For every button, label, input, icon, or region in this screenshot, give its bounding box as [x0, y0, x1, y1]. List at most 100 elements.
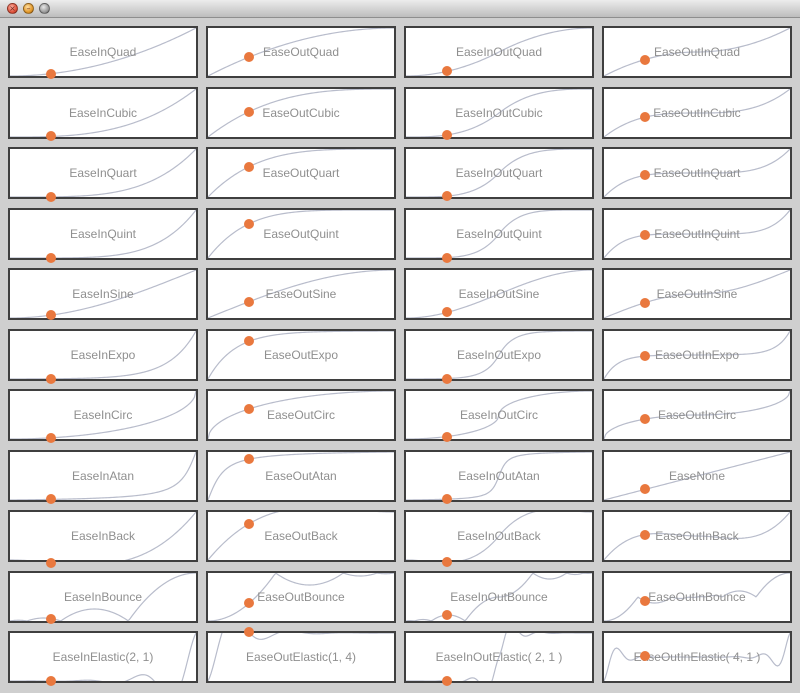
easing-cell[interactable]: EaseInOutExpo [404, 329, 594, 381]
easing-cell[interactable]: EaseInOutBounce [404, 571, 594, 623]
easing-cell[interactable]: EaseOutQuint [206, 208, 396, 260]
easing-label: EaseInQuad [69, 45, 137, 59]
easing-cell[interactable]: EaseOutCirc [206, 389, 396, 441]
easing-cell[interactable]: EaseInQuint [8, 208, 198, 260]
progress-dot [45, 676, 56, 687]
progress-dot [639, 595, 650, 606]
easing-cell[interactable]: EaseInCirc [8, 389, 198, 441]
progress-dot [45, 191, 56, 202]
easing-label: EaseOutCubic [262, 106, 340, 120]
easing-cell[interactable]: EaseInOutElastic( 2, 1 ) [404, 631, 594, 683]
easing-cell[interactable]: EaseOutInSine [602, 268, 792, 320]
easing-cell[interactable]: EaseInExpo [8, 329, 198, 381]
easing-cell[interactable]: EaseOutQuart [206, 147, 396, 199]
easing-cell[interactable]: EaseInSine [8, 268, 198, 320]
progress-dot [441, 191, 452, 202]
easing-label: EaseInCubic [68, 106, 138, 120]
easing-label: EaseOutInExpo [654, 348, 740, 362]
minimize-button[interactable]: – [23, 3, 34, 14]
easing-cell[interactable]: EaseOutInCubic [602, 87, 792, 139]
easing-cell[interactable]: EaseOutInQuint [602, 208, 792, 260]
progress-dot [243, 626, 254, 637]
progress-dot [441, 675, 452, 686]
easing-cell[interactable]: EaseOutCubic [206, 87, 396, 139]
easing-cell[interactable]: EaseOutExpo [206, 329, 396, 381]
progress-dot [639, 297, 650, 308]
progress-dot [639, 351, 650, 362]
easing-cell[interactable]: EaseInOutQuad [404, 26, 594, 78]
easing-cell[interactable]: EaseOutAtan [206, 450, 396, 502]
easing-label: EaseInOutQuad [455, 45, 543, 59]
easing-cell[interactable]: EaseOutInBounce [602, 571, 792, 623]
easing-label: EaseInCirc [73, 408, 133, 422]
progress-dot [45, 131, 56, 142]
easing-cell[interactable]: EaseOutInCirc [602, 389, 792, 441]
progress-dot [45, 613, 56, 624]
close-button[interactable]: × [7, 3, 18, 14]
window-titlebar: × – [0, 0, 800, 18]
easing-cell[interactable]: EaseInOutSine [404, 268, 594, 320]
easing-label: EaseInQuart [69, 166, 137, 180]
easing-grid: EaseInQuad EaseOutQuad EaseInOutQuad EaseOu… [0, 18, 800, 693]
easing-cell[interactable]: EaseOutInQuad [602, 26, 792, 78]
easing-cell[interactable]: EaseOutInExpo [602, 329, 792, 381]
easing-cell[interactable]: EaseOutQuad [206, 26, 396, 78]
easing-cell[interactable]: EaseInOutQuint [404, 208, 594, 260]
easing-label: EaseOutInBounce [648, 590, 746, 604]
easing-cell[interactable]: EaseInAtan [8, 450, 198, 502]
easing-label: EaseInQuint [69, 227, 137, 241]
easing-label: EaseOutInQuart [653, 166, 741, 180]
easing-cell[interactable]: EaseInQuart [8, 147, 198, 199]
easing-label: EaseInSine [72, 287, 134, 301]
easing-label: EaseInOutQuint [456, 227, 542, 241]
easing-cell[interactable]: EaseInOutQuart [404, 147, 594, 199]
easing-cell[interactable]: EaseOutElastic(1, 4) [206, 631, 396, 683]
easing-cell[interactable]: EaseInOutAtan [404, 450, 594, 502]
progress-dot [441, 431, 452, 442]
progress-dot [45, 68, 56, 79]
easing-label: EaseOutInQuint [654, 227, 740, 241]
easing-label: EaseOutInQuad [653, 45, 741, 59]
easing-label: EaseInOutCubic [455, 106, 543, 120]
easing-label: EaseInOutQuart [455, 166, 543, 180]
easing-label: EaseInOutBounce [450, 590, 548, 604]
easing-cell[interactable]: EaseOutBounce [206, 571, 396, 623]
progress-dot [45, 557, 56, 568]
progress-dot [45, 310, 56, 321]
easing-cell[interactable]: EaseNone [602, 450, 792, 502]
easing-cell[interactable]: EaseInOutBack [404, 510, 594, 562]
progress-dot [243, 106, 254, 117]
easing-label: EaseInOutBack [457, 529, 541, 543]
easing-label: EaseInBack [70, 529, 136, 543]
easing-cell[interactable]: EaseOutBack [206, 510, 396, 562]
easing-label: EaseOutSine [265, 287, 337, 301]
easing-label: EaseInExpo [70, 348, 136, 362]
easing-label: EaseOutInElastic( 4, 1 ) [633, 650, 761, 664]
easing-cell[interactable]: EaseOutInQuart [602, 147, 792, 199]
zoom-button[interactable] [39, 3, 50, 14]
progress-dot [243, 296, 254, 307]
close-icon: × [9, 4, 16, 13]
progress-dot [243, 161, 254, 172]
easing-label: EaseInOutExpo [456, 348, 542, 362]
easing-label: EaseOutInSine [656, 287, 738, 301]
progress-dot [441, 129, 452, 140]
progress-dot [441, 557, 452, 568]
zoom-icon [40, 4, 49, 13]
easing-cell[interactable]: EaseInCubic [8, 87, 198, 139]
easing-cell[interactable]: EaseInBack [8, 510, 198, 562]
easing-label: EaseInOutAtan [458, 469, 540, 483]
easing-cell[interactable]: EaseInElastic(2, 1) [8, 631, 198, 683]
easing-cell[interactable]: EaseInQuad [8, 26, 198, 78]
easing-cell[interactable]: EaseOutSine [206, 268, 396, 320]
progress-dot [639, 414, 650, 425]
easing-label: EaseOutBounce [257, 590, 345, 604]
easing-cell[interactable]: EaseOutInBack [602, 510, 792, 562]
easing-label: EaseOutInCubic [653, 106, 741, 120]
easing-label: EaseOutCirc [266, 408, 336, 422]
easing-cell[interactable]: EaseInOutCirc [404, 389, 594, 441]
easing-cell[interactable]: EaseInOutCubic [404, 87, 594, 139]
easing-cell[interactable]: EaseInBounce [8, 571, 198, 623]
easing-cell[interactable]: EaseOutInElastic( 4, 1 ) [602, 631, 792, 683]
easing-label: EaseOutInBack [655, 529, 739, 543]
